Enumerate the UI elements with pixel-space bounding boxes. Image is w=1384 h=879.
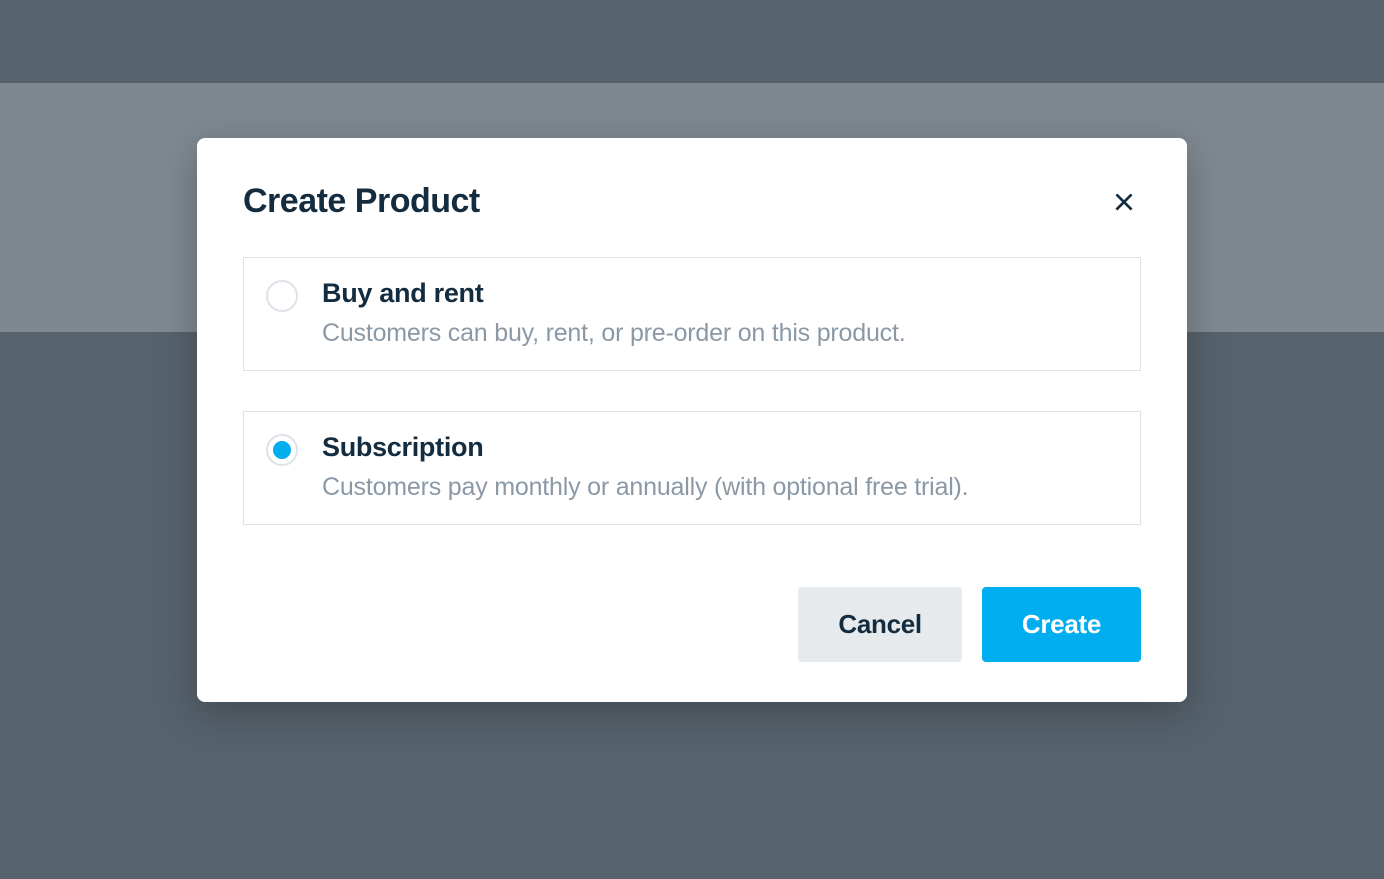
option-buy-and-rent[interactable]: Buy and rent Customers can buy, rent, or… [243,257,1141,371]
modal-title: Create Product [243,182,480,221]
close-icon [1111,189,1137,215]
close-button[interactable] [1107,185,1141,219]
option-description: Customers can buy, rent, or pre-order on… [322,319,905,348]
radio-buy-and-rent[interactable] [266,280,298,312]
cancel-button[interactable]: Cancel [798,587,961,662]
create-button[interactable]: Create [982,587,1141,662]
product-type-options: Buy and rent Customers can buy, rent, or… [243,257,1141,525]
create-product-modal: Create Product Buy and rent Customers ca… [197,138,1187,702]
option-subscription[interactable]: Subscription Customers pay monthly or an… [243,411,1141,525]
option-text: Buy and rent Customers can buy, rent, or… [322,278,905,348]
option-text: Subscription Customers pay monthly or an… [322,432,968,502]
modal-footer: Cancel Create [243,587,1141,662]
option-title: Buy and rent [322,278,905,309]
option-title: Subscription [322,432,968,463]
modal-header: Create Product [243,182,1141,221]
radio-subscription[interactable] [266,434,298,466]
radio-dot-icon [273,441,291,459]
option-description: Customers pay monthly or annually (with … [322,473,968,502]
